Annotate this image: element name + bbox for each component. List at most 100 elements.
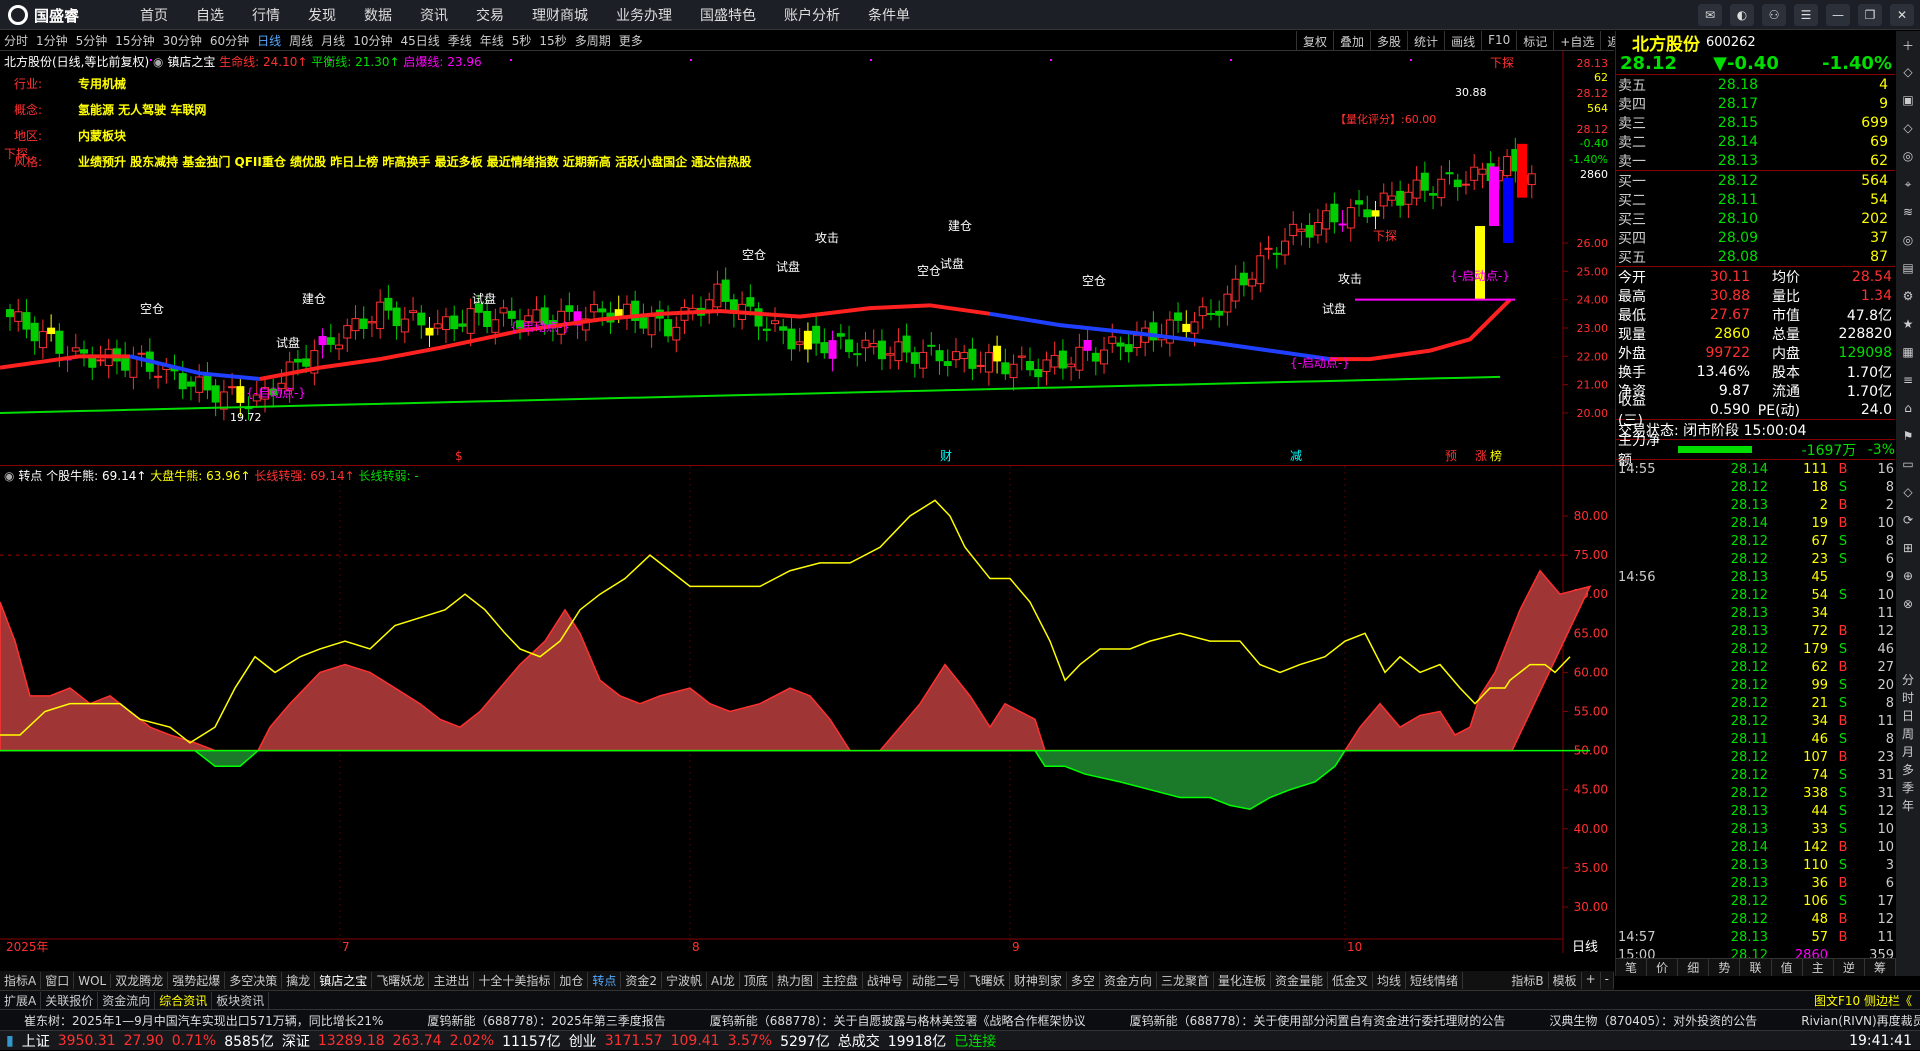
news-tab[interactable]: 扩展A	[0, 991, 42, 1009]
quote-tab[interactable]: 细	[1678, 959, 1710, 976]
indicator-tab[interactable]: AI龙	[707, 972, 740, 989]
indicator-tab[interactable]: 战神号	[863, 972, 908, 989]
toolbar-button[interactable]: 标记	[1516, 31, 1553, 51]
indicator-tab[interactable]: 加仓	[555, 972, 589, 989]
indicator-tab[interactable]: 财神到家	[1010, 972, 1067, 989]
indicator-tab[interactable]: 多空决策	[225, 972, 283, 989]
toolbar-button[interactable]: 复权	[1296, 31, 1333, 51]
indicator-tab[interactable]: 资金量能	[1271, 972, 1328, 989]
indicator-chart[interactable]: ◉ 转点 个股牛熊: 69.14↑ 大盘牛熊: 63.96↑ 长线转强: 69.…	[0, 466, 1614, 953]
toolbar-button[interactable]: 画线	[1444, 31, 1481, 51]
sidebar-period[interactable]: 日	[1896, 707, 1920, 725]
indicator-tab[interactable]: 强势起爆	[168, 972, 226, 989]
sidebar-tool-icon[interactable]: ▭	[1898, 457, 1918, 477]
sidebar-period[interactable]: 时	[1896, 689, 1920, 707]
menu-item[interactable]: 自选	[196, 5, 224, 25]
menu-item[interactable]: 行情	[252, 5, 280, 25]
indicator-tab[interactable]: 飞曙妖龙	[372, 972, 430, 989]
sidebar-tool-icon[interactable]: ◇	[1898, 65, 1918, 85]
kline-chart[interactable]: 北方股份(日线,等比前复权) ◉ 镇店之宝 生命线: 24.10↑ 平衡线: 2…	[0, 51, 1614, 466]
indicator-tab[interactable]: 双龙腾龙	[111, 972, 169, 989]
news-tab[interactable]: 板块资讯	[212, 991, 270, 1009]
skin-icon[interactable]: ◐	[1730, 4, 1754, 26]
quote-tab[interactable]: 价	[1647, 959, 1679, 976]
quote-tab[interactable]: 值	[1772, 959, 1803, 976]
news-item[interactable]: 崔东树：2025年1—9月中国汽车实现出口571万辆，同比增长21%	[24, 1012, 383, 1029]
news-item[interactable]: 厦钨新能（688778）：关于使用部分闲置自有资金进行委托理财的公告	[1130, 1012, 1506, 1029]
indicator-tab[interactable]: 动能二号	[908, 972, 965, 989]
indicator-tab[interactable]: 转点	[588, 972, 622, 989]
indicator-tab[interactable]: 宁波帆	[662, 972, 708, 989]
period-tab[interactable]: 5分钟	[76, 32, 108, 49]
indicator-tab[interactable]: 窗口	[41, 972, 75, 989]
indicator-tab[interactable]: 主控盘	[818, 972, 863, 989]
f10-sidebar-toggle[interactable]: 图文F10 侧边栏《	[1814, 992, 1920, 1009]
indicator-tab[interactable]: 飞曙妖	[965, 972, 1010, 989]
tool-icon[interactable]: ☰	[1794, 4, 1818, 26]
news-item[interactable]: 汉典生物（870405）：对外投资的公告	[1549, 1012, 1757, 1029]
period-tab[interactable]: 60分钟	[210, 32, 249, 49]
minus-icon[interactable]: -	[1601, 972, 1614, 989]
news-tab[interactable]: 综合资讯	[155, 991, 213, 1009]
period-tab[interactable]: 5秒	[512, 32, 532, 49]
news-item[interactable]: 厦钨新能（688778）：关于自愿披露与格林美签署《战略合作框架协议	[710, 1012, 1086, 1029]
sidebar-tool-icon[interactable]: ▦	[1898, 345, 1918, 365]
indicator-tab[interactable]: 模板	[1549, 972, 1582, 989]
period-tab[interactable]: 15分钟	[115, 32, 154, 49]
news-tab[interactable]: 资金流向	[98, 991, 156, 1009]
sidebar-period[interactable]: 周	[1896, 725, 1920, 743]
quote-tab[interactable]: 主	[1803, 959, 1834, 976]
sidebar-period[interactable]: 多	[1896, 761, 1920, 779]
toolbar-button[interactable]: F10	[1481, 31, 1516, 51]
sidebar-tool-icon[interactable]: ⌂	[1898, 401, 1918, 421]
sidebar-tool-icon[interactable]: ◇	[1898, 121, 1918, 141]
sidebar-tool-icon[interactable]: ≡	[1898, 373, 1918, 393]
sidebar-tool-icon[interactable]: ★	[1898, 317, 1918, 337]
indicator-tab[interactable]: 量化连板	[1214, 972, 1271, 989]
sidebar-tool-icon[interactable]: ⚑	[1898, 429, 1918, 449]
period-tab[interactable]: 多周期	[575, 32, 611, 49]
indicator-tab[interactable]: 指标B	[1507, 972, 1549, 989]
menu-item[interactable]: 资讯	[420, 5, 448, 25]
sidebar-tool-icon[interactable]: ⊗	[1898, 597, 1918, 617]
period-tab[interactable]: 日线	[257, 32, 281, 49]
period-tab[interactable]: 更多	[619, 32, 643, 49]
indicator-tab[interactable]: 资金方向	[1100, 972, 1157, 989]
indicator-tab[interactable]: 低金叉	[1328, 972, 1373, 989]
menu-item[interactable]: 理财商城	[532, 5, 588, 25]
menu-item[interactable]: 账户分析	[784, 5, 840, 25]
indicator-tab[interactable]: 均线	[1373, 972, 1407, 989]
menu-item[interactable]: 数据	[364, 5, 392, 25]
sidebar-tool-icon[interactable]: ⌖	[1898, 177, 1918, 197]
indicator-tab[interactable]: 擒龙	[282, 972, 316, 989]
indicator-tab[interactable]: 三龙聚首	[1157, 972, 1214, 989]
menu-item[interactable]: 发现	[308, 5, 336, 25]
sidebar-tool-icon[interactable]: ≋	[1898, 205, 1918, 225]
minimize-icon[interactable]: —	[1826, 4, 1850, 26]
sidebar-tool-icon[interactable]: ◇	[1898, 485, 1918, 505]
sidebar-tool-icon[interactable]: ▣	[1898, 93, 1918, 113]
period-tab[interactable]: 月线	[321, 32, 345, 49]
period-tab[interactable]: 1分钟	[36, 32, 68, 49]
sidebar-period[interactable]: 季	[1896, 779, 1920, 797]
close-icon[interactable]: ✕	[1890, 4, 1914, 26]
message-icon[interactable]: ✉	[1698, 4, 1722, 26]
sidebar-tool-icon[interactable]: ⚙	[1898, 289, 1918, 309]
period-tab[interactable]: 15秒	[539, 32, 566, 49]
indicator-tab[interactable]: 十全十美指标	[474, 972, 556, 989]
period-tab[interactable]: 季线	[448, 32, 472, 49]
quote-tab[interactable]: 逆	[1834, 959, 1865, 976]
sidebar-period[interactable]: 分	[1896, 671, 1920, 689]
toolbar-button[interactable]: +自选	[1553, 31, 1600, 51]
sidebar-tool-icon[interactable]: ⊞	[1898, 541, 1918, 561]
period-tab[interactable]: 分时	[4, 32, 28, 49]
indicator-tab[interactable]: 多空	[1067, 972, 1100, 989]
toolbar-button[interactable]: 叠加	[1333, 31, 1370, 51]
menu-item[interactable]: 条件单	[868, 5, 910, 25]
quote-tab[interactable]: 势	[1709, 959, 1741, 976]
sidebar-tool-icon[interactable]: ＋	[1898, 37, 1918, 57]
indicator-tab[interactable]: 指标A	[0, 972, 42, 989]
indicator-tab[interactable]: WOL	[74, 973, 112, 988]
restore-icon[interactable]: ❐	[1858, 4, 1882, 26]
news-item[interactable]: Rivian(RIVN)再度裁员之际支	[1801, 1012, 1920, 1029]
